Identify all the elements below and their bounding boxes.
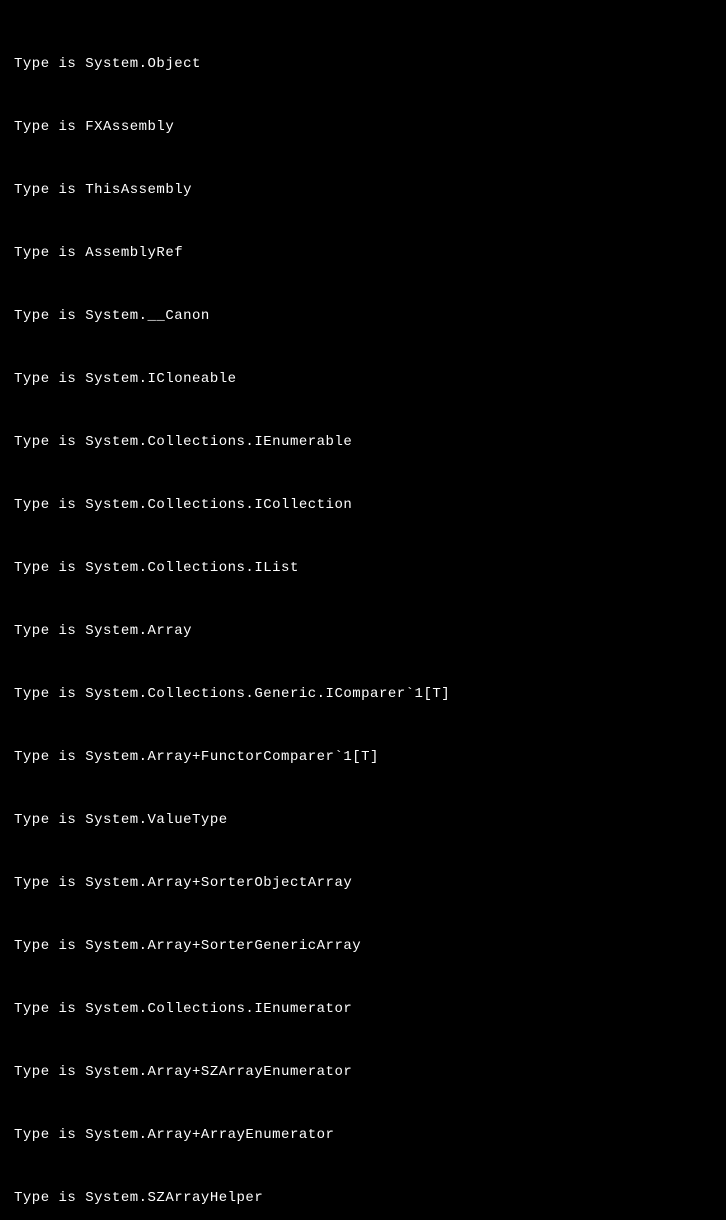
output-line: Type is System.Array+ArrayEnumerator <box>14 1125 712 1146</box>
output-line: Type is System.Collections.ICollection <box>14 495 712 516</box>
output-line: Type is FXAssembly <box>14 117 712 138</box>
output-line: Type is System.ICloneable <box>14 369 712 390</box>
output-line: Type is System.SZArrayHelper <box>14 1188 712 1209</box>
output-line: Type is System.Collections.Generic.IComp… <box>14 684 712 705</box>
terminal-output: Type is System.Object Type is FXAssembly… <box>14 12 712 1220</box>
output-line: Type is System.Collections.IEnumerator <box>14 999 712 1020</box>
output-line: Type is System.Array+SZArrayEnumerator <box>14 1062 712 1083</box>
output-line: Type is System.Object <box>14 54 712 75</box>
output-line: Type is System.Array <box>14 621 712 642</box>
output-line: Type is ThisAssembly <box>14 180 712 201</box>
output-line: Type is System.Array+FunctorComparer`1[T… <box>14 747 712 768</box>
output-line: Type is System.Array+SorterGenericArray <box>14 936 712 957</box>
output-line: Type is System.ValueType <box>14 810 712 831</box>
output-line: Type is System.Collections.IList <box>14 558 712 579</box>
output-line: Type is System.Collections.IEnumerable <box>14 432 712 453</box>
output-line: Type is System.__Canon <box>14 306 712 327</box>
output-line: Type is AssemblyRef <box>14 243 712 264</box>
output-line: Type is System.Array+SorterObjectArray <box>14 873 712 894</box>
